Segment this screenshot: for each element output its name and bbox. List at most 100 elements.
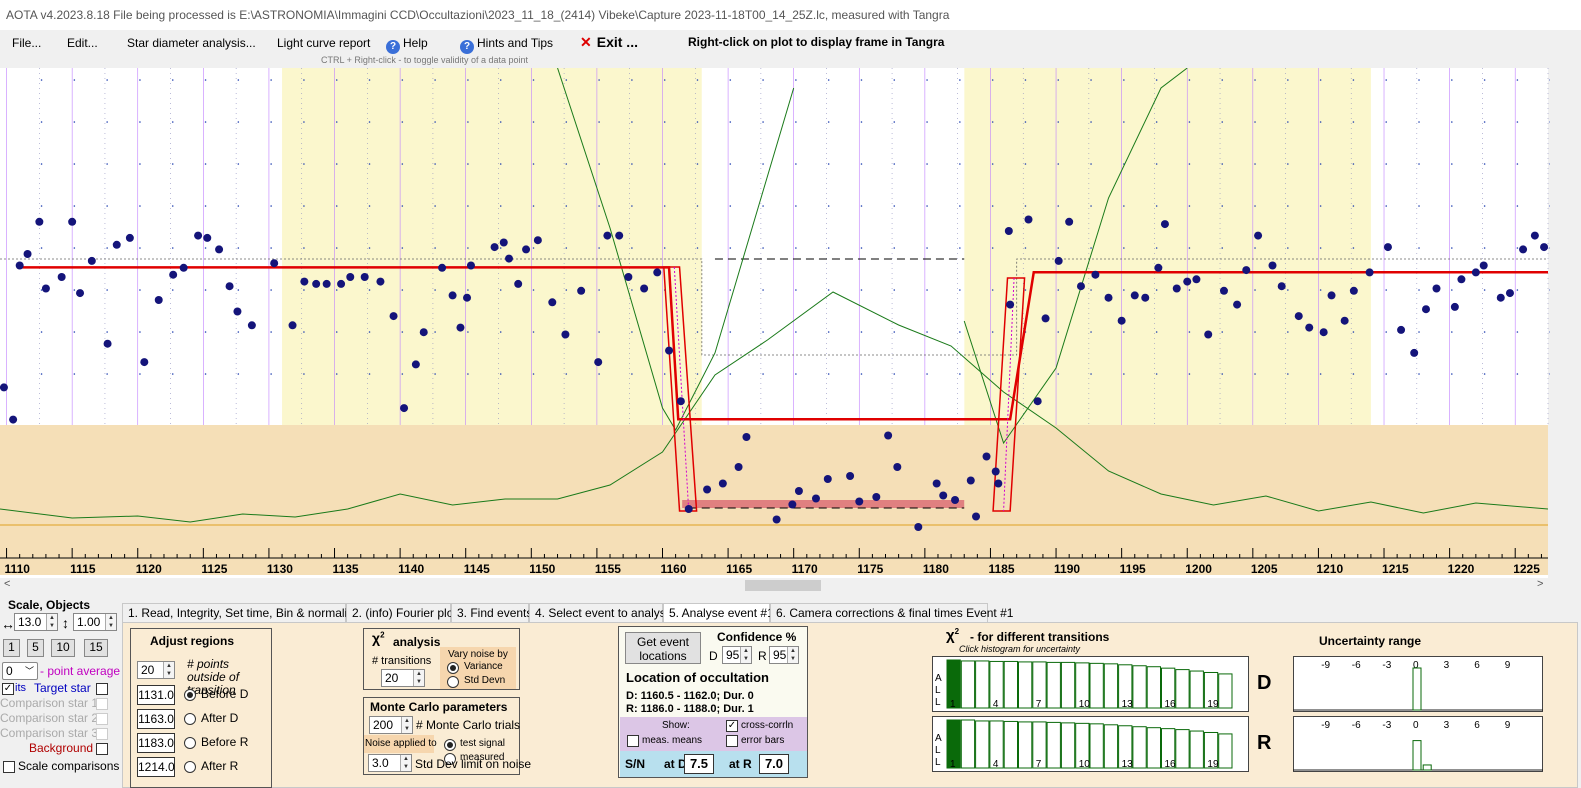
before-r-radio[interactable] — [184, 737, 196, 749]
data-point — [1041, 314, 1050, 323]
data-point — [169, 270, 178, 279]
grid-dot — [959, 247, 961, 249]
menu-exit[interactable]: ✕ Exit ... — [580, 34, 638, 51]
d-hist-bar — [1218, 673, 1233, 709]
show-options-group: Show: ✓ cross-corrln meas. means error b… — [620, 717, 807, 751]
light-curve-plot[interactable]: 1110 1115 1120 1125 1130 1135 1140 1145 1150 1155… — [0, 68, 1550, 578]
get-event-locations-button[interactable]: Get event locations — [625, 632, 701, 664]
cross-corrln-checkbox[interactable]: ✓ — [726, 720, 738, 732]
scale-15-button[interactable]: 15 — [84, 639, 108, 657]
spinner-arrows-icon[interactable]: ▲ ▼ — [787, 647, 798, 663]
tab-find-events[interactable]: 3. Find events — [451, 603, 532, 623]
after-r-radio[interactable] — [184, 761, 196, 773]
menu-light-curve-report[interactable]: Light curve report — [277, 36, 370, 50]
monte-carlo-trials-spinner[interactable]: 200 ▲ ▼ — [369, 716, 413, 734]
menu-hints[interactable]: ? Hints and Tips — [460, 36, 553, 54]
data-point — [1242, 266, 1251, 275]
grid-dot — [959, 205, 961, 207]
menu-file[interactable]: File... — [12, 36, 41, 50]
grid-dot — [1057, 163, 1060, 165]
grid-dot — [139, 205, 141, 207]
r-hist-bar — [975, 720, 990, 769]
grid-dot — [1385, 79, 1388, 81]
confidence-r-spinner[interactable]: 95 ▲ ▼ — [769, 646, 799, 664]
before-d-radio[interactable] — [184, 689, 196, 701]
data-point — [411, 360, 420, 369]
before-d-value[interactable]: 1131.0 — [137, 685, 175, 705]
grid-dot — [1024, 121, 1027, 123]
transitions-spinner[interactable]: 20 ▲ ▼ — [381, 669, 425, 687]
grid-dot — [860, 247, 863, 249]
grid-dot — [1483, 121, 1486, 123]
scale-comparisons-checkbox[interactable] — [3, 761, 15, 773]
show-label: Show: — [662, 720, 690, 731]
r-hist-bar — [1189, 730, 1204, 769]
spinner-arrows-icon[interactable]: ▲ ▼ — [413, 670, 424, 686]
grid-dot — [106, 121, 108, 123]
data-point — [939, 491, 948, 500]
grid-dot — [565, 247, 568, 249]
tab-fourier[interactable]: 2. (info) Fourier plot — [346, 603, 457, 623]
variance-radio[interactable] — [447, 662, 459, 674]
grid-dot — [467, 373, 469, 375]
grid-dot — [1451, 205, 1453, 207]
grid-dot — [827, 247, 830, 249]
std-devn-radio[interactable] — [447, 676, 459, 688]
grid-dot — [499, 373, 502, 375]
scroll-left-icon[interactable]: < — [4, 578, 10, 590]
menu-help[interactable]: ? Help — [386, 36, 428, 54]
test-signal-radio[interactable] — [444, 739, 456, 751]
r-transitions-histogram[interactable]: ALL 1 4 7 10 13 16 19 — [932, 716, 1249, 772]
spinner-arrows-icon[interactable]: ▲ ▼ — [163, 662, 174, 678]
point-average-label: - point average — [40, 664, 121, 678]
grid-dot — [1057, 289, 1060, 291]
after-d-radio[interactable] — [184, 713, 196, 725]
meas-means-checkbox[interactable] — [627, 735, 639, 747]
scale-spinner[interactable]: 13.0 ▲ ▼ — [14, 613, 58, 631]
background-checkbox[interactable] — [96, 743, 108, 755]
scale-10-button[interactable]: 10 — [51, 639, 75, 657]
spinner-arrows-icon[interactable]: ▲ ▼ — [740, 647, 751, 663]
grid-dot — [729, 121, 732, 123]
tab-camera-corrections[interactable]: 6. Camera corrections & final times Even… — [770, 603, 1013, 623]
before-r-value[interactable]: 1183.0 — [137, 733, 175, 753]
data-point — [438, 263, 447, 272]
tab-read-integrity[interactable]: 1. Read, Integrity, Set time, Bin & norm… — [122, 603, 360, 623]
meas-means-label: meas. means — [642, 735, 703, 746]
data-point — [1183, 277, 1192, 286]
comparison-star-3-checkbox[interactable] — [96, 728, 108, 740]
menu-star-diameter[interactable]: Star diameter analysis... — [127, 36, 256, 50]
grid-dot — [1483, 205, 1486, 207]
spinner-arrows-icon[interactable]: ▲ ▼ — [105, 614, 116, 630]
after-r-value[interactable]: 1214.0 — [137, 757, 175, 777]
d-transitions-histogram[interactable]: ALL 1 4 7 10 13 16 19 — [932, 656, 1249, 712]
spinner-arrows-icon[interactable]: ▲ ▼ — [400, 755, 411, 771]
comparison-star-2-checkbox[interactable] — [96, 713, 108, 725]
grid-dot — [959, 163, 961, 165]
comparison-star-1-checkbox[interactable] — [96, 698, 108, 710]
after-d-value[interactable]: 1163.0 — [137, 709, 175, 729]
grid-dot — [1188, 79, 1191, 81]
target-star-checkbox[interactable] — [96, 683, 108, 695]
error-bars-checkbox[interactable] — [726, 735, 738, 747]
std-dev-limit-spinner[interactable]: 3.0 ▲ ▼ — [368, 754, 412, 772]
scroll-right-icon[interactable]: > — [1537, 578, 1543, 590]
scrollbar-thumb[interactable] — [745, 580, 821, 591]
grid-dot — [1451, 373, 1453, 375]
event-location-box: Get event locations Confidence % D 95 ▲ ▼ … — [618, 626, 808, 778]
tab-analyse-event[interactable]: 5. Analyse event #1 — [663, 603, 774, 623]
spinner-arrows-icon[interactable]: ▲ ▼ — [401, 717, 412, 733]
scale-5-button[interactable]: 5 — [27, 639, 44, 657]
confidence-d-spinner[interactable]: 95 ▲ ▼ — [722, 646, 752, 664]
grid-dot — [1418, 163, 1420, 165]
spinner-arrows-icon[interactable]: ▲ ▼ — [46, 614, 57, 630]
plot-points-checkbox[interactable]: ✓ — [2, 683, 14, 695]
grid-dot — [827, 121, 830, 123]
tab-select-event[interactable]: 4. Select event to analyse — [529, 603, 672, 623]
height-spinner[interactable]: 1.00 ▲ ▼ — [73, 613, 117, 631]
points-outside-spinner[interactable]: 20 ▲ ▼ — [137, 661, 175, 679]
grid-dot — [1090, 163, 1092, 165]
point-average-select[interactable]: 0 ﹀ — [2, 662, 38, 680]
menu-edit[interactable]: Edit... — [67, 36, 98, 50]
scale-1-button[interactable]: 1 — [3, 639, 20, 657]
